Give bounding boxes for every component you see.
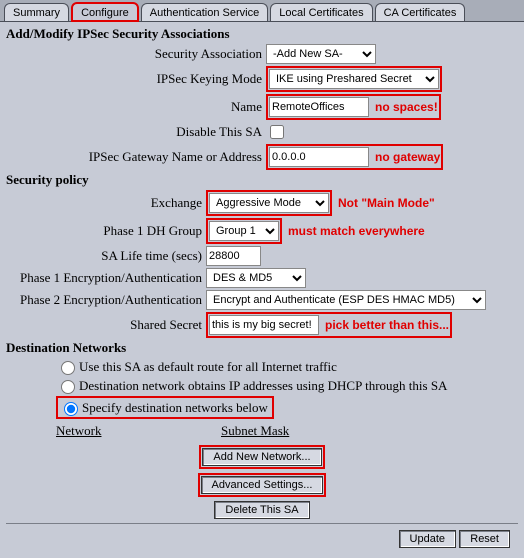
radio-specify-below[interactable] bbox=[64, 402, 78, 416]
radio-dhcp[interactable] bbox=[61, 380, 75, 394]
label-gateway: IPSec Gateway Name or Address bbox=[6, 149, 266, 165]
input-secret[interactable] bbox=[209, 315, 319, 335]
label-sa-life: SA Life time (secs) bbox=[6, 248, 206, 264]
label-keying: IPSec Keying Mode bbox=[6, 71, 266, 87]
label-dh: Phase 1 DH Group bbox=[6, 223, 206, 239]
security-policy-title: Security policy bbox=[6, 172, 518, 188]
radio-specify-below-label: Specify destination networks below bbox=[82, 400, 268, 416]
select-keying[interactable]: IKE using Preshared Secret bbox=[269, 69, 439, 89]
annotation-exchange: Not "Main Mode" bbox=[338, 196, 435, 210]
radio-dhcp-label: Destination network obtains IP addresses… bbox=[79, 378, 447, 394]
label-disable: Disable This SA bbox=[6, 124, 266, 140]
select-sa[interactable]: -Add New SA- bbox=[266, 44, 376, 64]
annotation-gateway: no gateway bbox=[375, 150, 440, 164]
radio-default-route[interactable] bbox=[61, 361, 75, 375]
label-p2enc: Phase 2 Encryption/Authentication bbox=[6, 292, 206, 308]
annotation-secret: pick better than this... bbox=[325, 318, 449, 332]
label-p1enc: Phase 1 Encryption/Authentication bbox=[6, 270, 206, 286]
column-subnet: Subnet Mask bbox=[221, 423, 289, 439]
page-title: Add/Modify IPSec Security Associations bbox=[6, 26, 518, 42]
tab-summary[interactable]: Summary bbox=[4, 3, 69, 21]
delete-sa-button[interactable]: Delete This SA bbox=[214, 501, 309, 519]
column-network: Network bbox=[56, 423, 221, 439]
checkbox-disable[interactable] bbox=[270, 125, 284, 139]
radio-default-route-label: Use this SA as default route for all Int… bbox=[79, 359, 337, 375]
annotation-name: no spaces! bbox=[375, 100, 438, 114]
annotation-dh: must match everywhere bbox=[288, 224, 425, 238]
select-p1enc[interactable]: DES & MD5 bbox=[206, 268, 306, 288]
label-name: Name bbox=[6, 99, 266, 115]
select-p2enc[interactable]: Encrypt and Authenticate (ESP DES HMAC M… bbox=[206, 290, 486, 310]
select-exchange[interactable]: Aggressive Mode bbox=[209, 193, 329, 213]
input-gateway[interactable] bbox=[269, 147, 369, 167]
tab-configure[interactable]: Configure bbox=[71, 2, 139, 22]
tab-ca-certs[interactable]: CA Certificates bbox=[375, 3, 466, 21]
reset-button[interactable]: Reset bbox=[459, 530, 510, 548]
update-button[interactable]: Update bbox=[399, 530, 456, 548]
add-network-button[interactable]: Add New Network... bbox=[202, 448, 321, 466]
tab-local-certs[interactable]: Local Certificates bbox=[270, 3, 372, 21]
input-sa-life[interactable] bbox=[206, 246, 261, 266]
select-dh[interactable]: Group 1 bbox=[209, 221, 279, 241]
input-name[interactable] bbox=[269, 97, 369, 117]
advanced-settings-button[interactable]: Advanced Settings... bbox=[201, 476, 324, 494]
tab-auth-service[interactable]: Authentication Service bbox=[141, 3, 268, 21]
label-exchange: Exchange bbox=[6, 195, 206, 211]
dest-networks-title: Destination Networks bbox=[6, 340, 518, 356]
label-secret: Shared Secret bbox=[6, 317, 206, 333]
label-sa: Security Association bbox=[6, 46, 266, 62]
tab-bar: Summary Configure Authentication Service… bbox=[0, 0, 524, 22]
